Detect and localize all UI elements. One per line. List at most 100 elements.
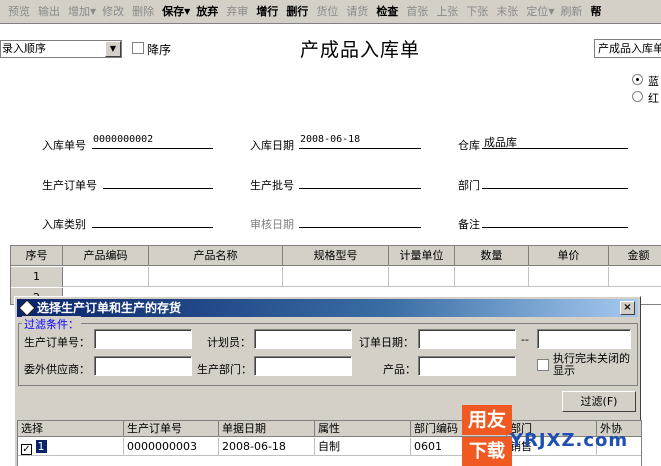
col-header[interactable]: 单价 — [529, 246, 609, 266]
chevron-down-icon[interactable]: ▼ — [105, 41, 121, 57]
show-unclosed-checkbox[interactable] — [537, 359, 549, 371]
product-label: 产品： — [383, 363, 416, 376]
table-cell[interactable] — [149, 267, 283, 287]
table-cell[interactable] — [283, 267, 389, 287]
table-cell[interactable] — [389, 267, 455, 287]
receipt-date-value[interactable]: 2008-06-18 — [300, 134, 360, 145]
descending-checkbox[interactable] — [132, 42, 144, 54]
order-no-cell[interactable]: 0000000003 — [124, 438, 219, 456]
date-cell[interactable]: 2008-06-18 — [219, 438, 315, 456]
col-header[interactable]: 生产订单号 — [124, 421, 219, 437]
warehouse-label: 仓库 — [458, 139, 480, 152]
template-select[interactable]: 产成品入库单 — [594, 39, 661, 58]
radio-dot-icon — [636, 78, 639, 81]
select-cell[interactable]: ✓ 1 — [18, 438, 124, 456]
toolbar-item[interactable]: 删除 — [128, 1, 158, 23]
toolbar-item[interactable]: 删行 — [282, 1, 312, 23]
prod-dept-input[interactable] — [254, 356, 352, 376]
prod-dept-label: 生产部门： — [197, 363, 252, 376]
toolbar-item[interactable]: 货位 — [312, 1, 342, 23]
radio-blue[interactable] — [632, 74, 643, 85]
col-header[interactable]: 计量单位 — [389, 246, 455, 266]
toolbar-item[interactable]: 帮 — [586, 1, 605, 23]
audit-date-label: 审核日期 — [250, 218, 294, 231]
grid-header: 序号 产品编码 产品名称 规格型号 计量单位 数量 单价 金额 — [11, 246, 661, 266]
prod-order-filter-input[interactable] — [94, 329, 192, 349]
app-diamond-icon — [18, 299, 36, 317]
prod-batch-label: 生产批号 — [250, 179, 294, 192]
remark-field[interactable] — [482, 227, 628, 228]
watermark-top: 用友 — [462, 405, 512, 435]
filter-group-legend: 过滤条件： — [22, 316, 81, 332]
radio-blue-label: 蓝 — [648, 75, 659, 88]
dept-label: 部门 — [458, 179, 480, 192]
toolbar-item[interactable]: 下张 — [462, 1, 492, 23]
chevron-down-icon[interactable]: ▼ — [90, 1, 98, 23]
product-input[interactable] — [418, 356, 516, 376]
page-title: 产成品入库单 — [300, 39, 421, 61]
check-icon[interactable]: ✓ — [21, 444, 32, 455]
show-unclosed-label: 执行完未关闭的显示 — [553, 352, 630, 377]
receipt-no-label: 入库单号 — [42, 139, 86, 152]
receipt-no-value[interactable]: 0000000002 — [93, 134, 153, 145]
order-date-from-input[interactable] — [418, 329, 516, 349]
col-header[interactable]: 产品编码 — [63, 246, 149, 266]
dialog-title: 选择生产订单和生产的存货 — [37, 301, 182, 315]
sort-order-value: 录入顺序 — [2, 42, 46, 55]
remark-label: 备注 — [458, 218, 480, 231]
col-header[interactable]: 序号 — [11, 246, 63, 266]
col-header[interactable]: 选择 — [18, 421, 124, 437]
dialog-title-bar[interactable]: 选择生产订单和生产的存货 × — [17, 299, 638, 317]
toolbar-item[interactable]: 上张 — [432, 1, 462, 23]
watermark-bottom: 下载 — [462, 437, 512, 466]
prod-order-filter-label: 生产订单号： — [24, 336, 90, 349]
filter-button[interactable]: 过滤(F) — [562, 391, 636, 412]
radio-red[interactable] — [632, 91, 643, 102]
audit-date-field — [299, 227, 421, 228]
warehouse-underline — [482, 148, 628, 149]
main-toolbar: 预览 输出 增加 ▼ 修改 删除 保存 ▼ 放弃 弃审 增行 删行 货位 请货 检查 首张 上张 下张 末张 定位 ▼ 刷… — [0, 0, 661, 24]
col-header[interactable]: 数量 — [455, 246, 529, 266]
close-button[interactable]: × — [620, 301, 635, 315]
toolbar-item[interactable]: 输出 — [34, 1, 64, 23]
toolbar-item[interactable]: 修改 — [98, 1, 128, 23]
chevron-down-icon[interactable]: ▼ — [548, 1, 556, 23]
col-header[interactable]: 规格型号 — [283, 246, 389, 266]
row-number: 1 — [35, 440, 47, 453]
toolbar-item[interactable]: 刷新 — [556, 1, 586, 23]
planner-input[interactable] — [254, 329, 352, 349]
receipt-type-field[interactable] — [92, 227, 213, 228]
toolbar-item[interactable]: 首张 — [402, 1, 432, 23]
order-date-to-input[interactable] — [537, 329, 631, 349]
watermark-site: YRJXZ.com — [510, 430, 629, 451]
table-row[interactable]: 1 — [11, 267, 661, 287]
attr-cell[interactable]: 自制 — [315, 438, 411, 456]
toolbar-item[interactable]: 末张 — [492, 1, 522, 23]
receipt-type-label: 入库类别 — [42, 218, 86, 231]
radio-red-label: 红 — [648, 92, 659, 105]
prod-order-field[interactable] — [103, 188, 213, 189]
receipt-date-label: 入库日期 — [250, 139, 294, 152]
order-date-label: 订单日期： — [359, 336, 414, 349]
col-header[interactable]: 单据日期 — [219, 421, 315, 437]
toolbar-item[interactable]: 检查 — [372, 1, 402, 23]
table-cell[interactable] — [609, 267, 661, 287]
table-cell[interactable] — [455, 267, 529, 287]
col-header[interactable]: 产品名称 — [149, 246, 283, 266]
table-cell[interactable] — [529, 267, 609, 287]
col-header[interactable]: 属性 — [315, 421, 411, 437]
outsource-input[interactable] — [94, 356, 192, 376]
dept-field[interactable] — [482, 188, 628, 189]
table-cell[interactable] — [63, 267, 149, 287]
toolbar-item[interactable]: 请货 — [342, 1, 372, 23]
toolbar-item[interactable]: 放弃 — [192, 1, 222, 23]
chevron-down-icon[interactable]: ▼ — [184, 1, 192, 23]
toolbar-item[interactable]: 增行 — [252, 1, 282, 23]
date-separator: -- — [521, 333, 529, 346]
sort-order-select[interactable]: 录入顺序 ▼ — [0, 40, 122, 58]
toolbar-item[interactable]: 弃审 — [222, 1, 252, 23]
prod-batch-field[interactable] — [299, 188, 421, 189]
toolbar-item[interactable]: 预览 — [4, 1, 34, 23]
receipt-no-underline — [92, 148, 213, 149]
col-header[interactable]: 金额 — [609, 246, 661, 266]
